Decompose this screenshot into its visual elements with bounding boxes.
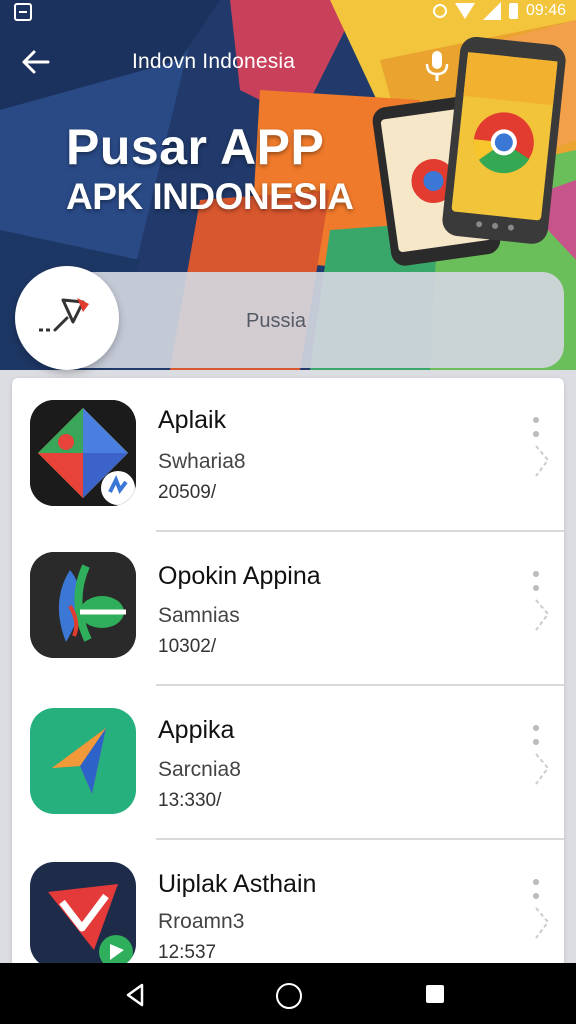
- nav-back-icon[interactable]: [124, 983, 146, 1007]
- battery-icon: [508, 3, 518, 19]
- app-bar-title: Indovn Indonesia: [132, 50, 296, 73]
- orange-arrow-icon: [30, 708, 136, 814]
- phones-illustration: [372, 36, 566, 266]
- status-bar: 09:46: [0, 0, 576, 26]
- leaf-swirl-icon: [30, 552, 136, 658]
- nav-home-icon[interactable]: [276, 983, 302, 1009]
- row-overflow-icon[interactable]: [528, 568, 552, 638]
- app-name: Opokin Appina: [158, 562, 321, 590]
- signal-icon: [482, 2, 501, 20]
- row-overflow-icon[interactable]: [528, 414, 552, 484]
- search-placeholder: Pussia: [246, 310, 307, 332]
- back-arrow-icon[interactable]: [18, 44, 54, 80]
- app-name: Aplaik: [158, 406, 227, 434]
- app-version: 10302/: [158, 636, 217, 657]
- list-item[interactable]: Aplaik Swharia8 20509/: [12, 378, 564, 532]
- pin-icon: [39, 298, 89, 332]
- wifi-icon: [454, 3, 475, 19]
- hero-subtitle: APK INDONESIA: [66, 176, 354, 217]
- app-publisher: Rroamn3: [158, 910, 245, 933]
- system-navigation-bar: [0, 963, 576, 1024]
- app-version: 20509/: [158, 482, 217, 503]
- app-name: Appika: [158, 716, 235, 744]
- status-time: 09:46: [525, 2, 566, 19]
- list-item[interactable]: Opokin Appina Samnias 10302/: [12, 532, 564, 686]
- gallery-notification-icon: [14, 3, 32, 21]
- app-publisher: Sarcnia8: [158, 758, 241, 781]
- status-icons: 09:46: [432, 2, 566, 20]
- app-version: 12:537: [158, 942, 217, 963]
- app-list: Aplaik Swharia8 20509/ Opokin Appina Sam…: [12, 378, 564, 968]
- app-publisher: Samnias: [158, 604, 240, 627]
- row-overflow-icon[interactable]: [528, 722, 552, 792]
- app-name: Uiplak Asthain: [158, 870, 317, 898]
- row-overflow-icon[interactable]: [528, 876, 552, 946]
- list-item[interactable]: Uiplak Asthain Rroamn3 12:537: [12, 840, 564, 968]
- app-publisher: Swharia8: [158, 450, 246, 473]
- red-check-icon: [30, 862, 136, 968]
- alarm-icon: [432, 4, 447, 18]
- hero-title: Pusar APP: [66, 119, 325, 175]
- multicolor-diamond-icon: [30, 400, 136, 506]
- list-item[interactable]: Appika Sarcnia8 13:330/: [12, 686, 564, 840]
- app-version: 13:330/: [158, 790, 222, 811]
- search-action-button[interactable]: [15, 266, 119, 370]
- nav-recents-icon[interactable]: [426, 985, 444, 1003]
